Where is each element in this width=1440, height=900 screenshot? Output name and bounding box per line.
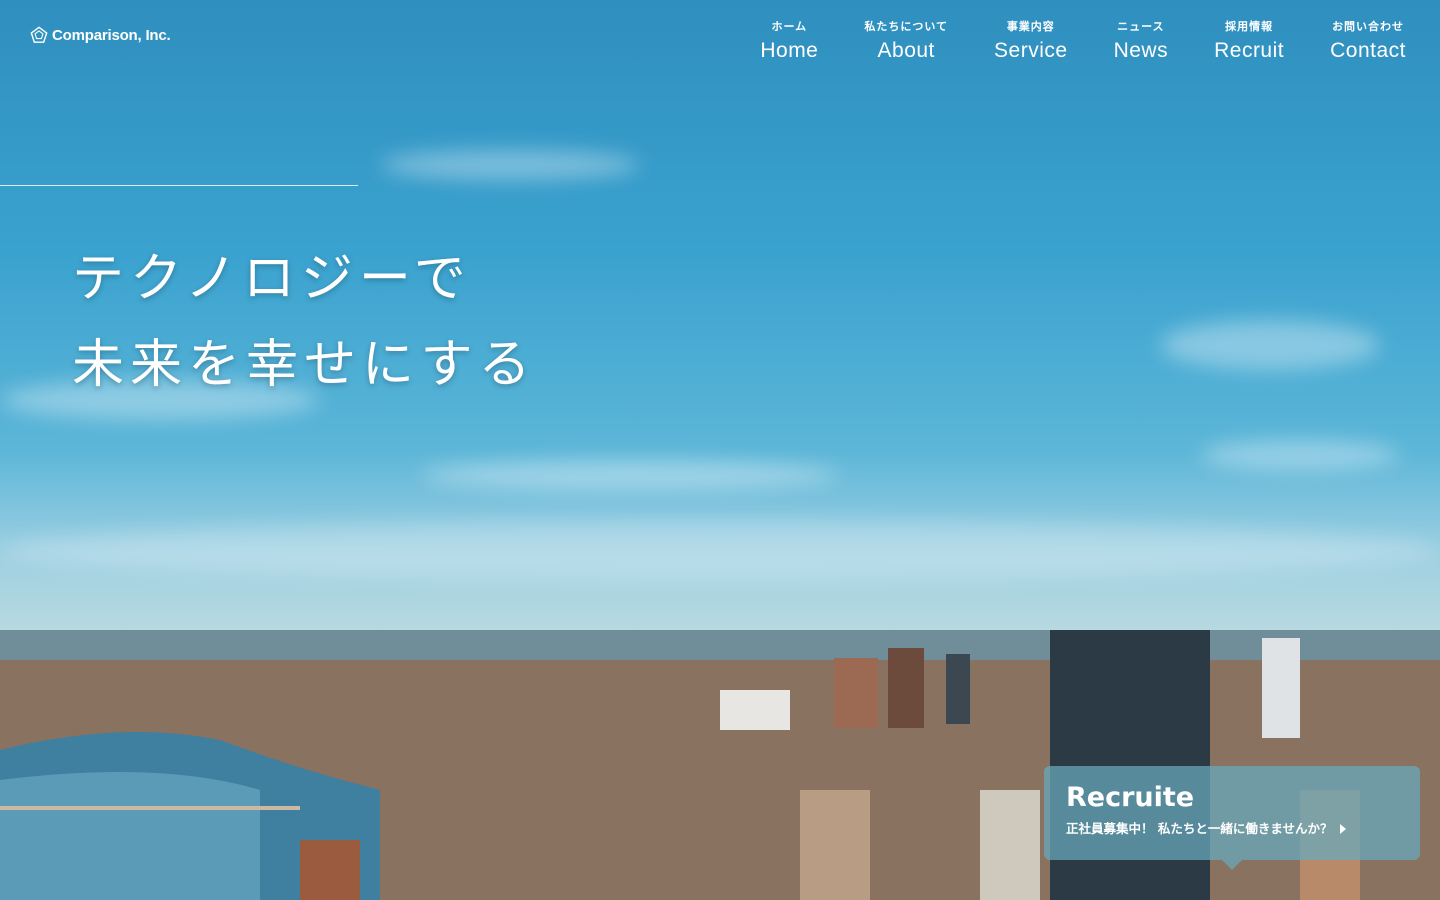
site-header: Comparison, Inc. ホーム Home 私たちについて About … (0, 0, 1440, 90)
recruit-banner-title: Recruite (1066, 782, 1195, 813)
main-navigation: ホーム Home 私たちについて About 事業内容 Service ニュース… (714, 18, 1406, 66)
cloud-decoration (420, 460, 840, 490)
nav-item-contact[interactable]: お問い合わせ Contact (1330, 18, 1406, 66)
cloud-decoration (0, 520, 1440, 580)
nav-item-recruit[interactable]: 採用情報 Recruit (1214, 18, 1284, 66)
nav-label-en: News (1113, 39, 1169, 62)
logo-text: Comparison, Inc. (52, 26, 171, 44)
nav-label-ja: お問い合わせ (1332, 20, 1405, 33)
cloud-decoration (380, 150, 640, 180)
cloud-decoration (1160, 320, 1380, 370)
recruit-banner-subtitle-text: 正社員募集中！ 私たちと一緒に働きませんか？ (1066, 821, 1333, 836)
nav-label-en: About (877, 39, 935, 62)
nav-label-ja: 事業内容 (1006, 20, 1055, 33)
nav-label-en: Home (760, 39, 819, 62)
nav-label-en: Recruit (1214, 39, 1285, 62)
recruit-banner-card[interactable]: Recruite 正社員募集中！ 私たちと一緒に働きませんか？ (1044, 766, 1420, 870)
recruit-banner-subtitle: 正社員募集中！ 私たちと一緒に働きませんか？ (1066, 820, 1398, 838)
nav-label-ja: 採用情報 (1225, 20, 1274, 33)
nav-label-ja: 私たちについて (864, 20, 949, 33)
cloud-decoration (1200, 440, 1400, 470)
nav-item-home[interactable]: ホーム Home (760, 18, 818, 66)
hero-headline-line-2: 未来を幸せにする (72, 335, 537, 395)
nav-label-en: Contact (1330, 39, 1406, 62)
nav-label-ja: ホーム (771, 20, 808, 33)
nav-item-about[interactable]: 私たちについて About (864, 18, 948, 66)
hero-headline: テクノロジーで 未来を幸せにする (72, 236, 537, 408)
nav-item-news[interactable]: ニュース News (1114, 18, 1169, 66)
chevron-right-icon (1340, 824, 1347, 834)
logo-pentagon-icon (30, 26, 48, 43)
nav-item-service[interactable]: 事業内容 Service (994, 18, 1068, 66)
nav-label-en: Service (994, 39, 1068, 62)
hero-divider-line (0, 185, 358, 186)
hero-headline-line-1: テクノロジーで (72, 249, 472, 309)
hero-section: Comparison, Inc. ホーム Home 私たちについて About … (0, 0, 1440, 900)
nav-label-ja: ニュース (1117, 20, 1165, 33)
company-logo[interactable]: Comparison, Inc. (30, 26, 171, 44)
